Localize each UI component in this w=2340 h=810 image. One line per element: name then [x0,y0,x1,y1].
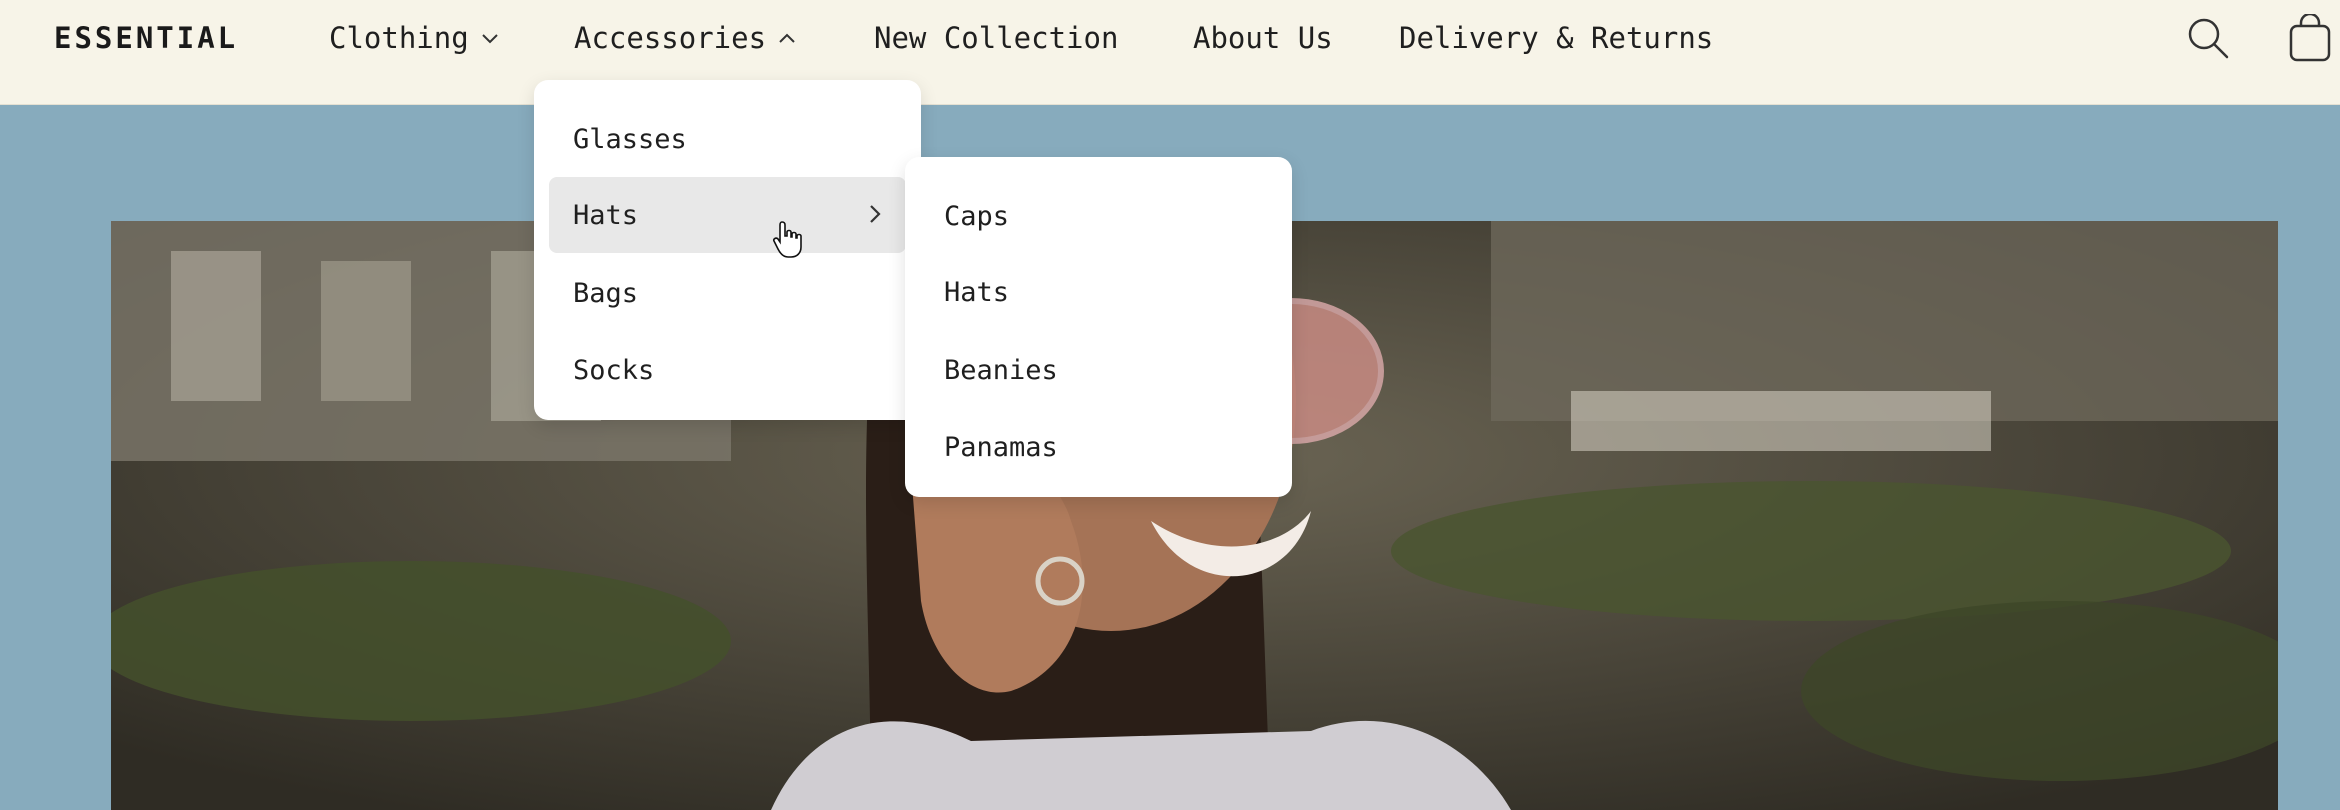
nav-delivery-returns[interactable]: Delivery & Returns [1399,18,1713,58]
menu-item-label: Hats [573,199,639,231]
chevron-down-icon [481,34,498,44]
menu-item-socks[interactable]: Socks [549,332,906,408]
nav-accessories[interactable]: Accessories [574,18,796,58]
nav-clothing[interactable]: Clothing [329,18,499,58]
menu-item-label: Bags [573,277,639,309]
submenu-item-label: Panamas [944,431,1058,463]
menu-item-glasses[interactable]: Glasses [549,101,906,177]
chevron-up-icon [779,33,795,43]
nav-new-collection-label: New Collection [874,21,1119,55]
menu-item-bags[interactable]: Bags [549,255,906,331]
search-icon[interactable] [2184,14,2232,66]
submenu-item-hats[interactable]: Hats [920,254,1277,330]
nav-new-collection[interactable]: New Collection [874,18,1118,58]
site-header: ESSENTIAL Clothing Accessories New Colle… [0,0,2340,105]
nav-clothing-label: Clothing [329,21,469,55]
accessories-dropdown: Glasses Hats Bags Socks [534,80,921,420]
menu-item-label: Socks [573,354,655,386]
submenu-item-panamas[interactable]: Panamas [920,409,1277,485]
submenu-item-label: Beanies [944,354,1058,386]
hats-submenu: Caps Hats Beanies Panamas [905,157,1292,497]
chevron-right-icon [870,205,881,223]
menu-item-label: Glasses [573,123,687,155]
hand-cursor-icon [773,221,802,258]
nav-about-us-label: About Us [1193,21,1333,55]
submenu-item-caps[interactable]: Caps [920,178,1277,254]
submenu-item-label: Hats [944,276,1010,308]
shopping-bag-icon[interactable] [2286,12,2334,68]
submenu-item-label: Caps [944,200,1010,232]
brand-logo[interactable]: ESSENTIAL [54,18,238,58]
nav-delivery-returns-label: Delivery & Returns [1399,21,1714,55]
nav-accessories-label: Accessories [574,21,767,55]
nav-about-us[interactable]: About Us [1193,18,1333,58]
submenu-item-beanies[interactable]: Beanies [920,332,1277,408]
menu-item-hats[interactable]: Hats [549,177,906,253]
